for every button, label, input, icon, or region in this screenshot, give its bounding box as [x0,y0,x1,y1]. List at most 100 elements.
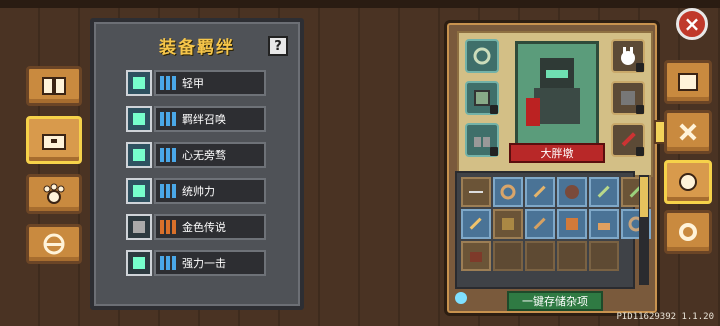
bond-pip [160,148,164,162]
bond-row[interactable]: 羁绊召唤 [126,104,300,134]
bond-pips [156,256,180,270]
bond-label: 羁绊召唤 [182,113,226,126]
panel-title: 装备羁绊 [159,37,235,58]
gauntlet-icon [470,252,482,262]
crossed-swords-icon [679,123,697,141]
lock-icon [636,105,644,114]
boots-icon [598,223,610,230]
bond-bar: 羁绊召唤 [154,106,266,132]
inventory-slot[interactable] [525,177,555,207]
tab-vehicle[interactable] [26,224,82,264]
inventory-slot-empty[interactable] [557,241,587,271]
inventory-slot[interactable] [493,177,523,207]
inventory-slot[interactable] [461,177,491,207]
bond-pip [160,256,164,270]
bond-row[interactable]: 强力一击 [126,248,300,278]
equip-slot-boots[interactable] [465,123,499,157]
bond-label: 强力一击 [182,257,226,270]
tab-skills[interactable] [664,160,712,204]
ring-icon [473,47,491,65]
bond-pip [172,256,176,270]
chest-icon [42,134,66,150]
inventory-slot[interactable] [557,177,587,207]
dagger-icon [469,217,482,230]
bond-bar: 金色传说 [154,214,266,240]
bond-pip [172,76,176,90]
bond-pips [156,220,180,234]
dagger-icon [533,185,546,198]
tab-helmet[interactable] [664,60,712,104]
panel-header: 装备羁绊 ? [94,22,300,68]
knight-icon [526,58,580,126]
bond-row[interactable]: 统帅力 [126,176,300,206]
crossbow-icon [469,191,483,193]
tab-equipment-bonds[interactable] [26,116,82,164]
tab-pets[interactable] [26,174,82,214]
helmet-icon [502,218,514,230]
bond-pip [172,148,176,162]
bond-row[interactable]: 轻甲 [126,68,300,98]
book-icon [42,77,66,95]
bond-pip [160,220,164,234]
store-all-button[interactable]: 一键存储杂项 [507,291,603,311]
inventory-slot[interactable] [557,209,587,239]
equip-slot-helmet[interactable] [611,81,645,115]
equipment-area: 大胖墩 [457,31,653,177]
scroll-thumb[interactable] [640,177,648,217]
bond-pip [160,76,164,90]
character-panel: 大胖墩 一键存储杂项 [444,20,660,316]
inventory-slot[interactable] [461,241,491,271]
inventory-slot[interactable] [525,209,555,239]
inventory-scrollbar[interactable] [639,175,649,285]
inventory-slot-empty[interactable] [525,241,555,271]
inventory-slot[interactable] [589,209,619,239]
summon-sword-icon [126,106,152,132]
inventory-area [455,171,651,289]
bond-pip [172,184,176,198]
creature-icon [565,185,579,199]
bond-pip [172,220,176,234]
lock-icon [490,147,498,156]
right-tab-column [664,60,714,260]
chest-armor-icon [566,218,578,230]
bond-pips [156,76,180,90]
inventory-slot[interactable] [493,209,523,239]
bond-bar: 心无旁骛 [154,142,266,168]
dagger-icon [533,217,546,230]
help-button[interactable]: ? [268,36,288,56]
equip-slot-armor[interactable] [465,81,499,115]
left-tab-column [26,66,84,274]
close-button[interactable]: × [676,8,708,40]
equip-slot-ring[interactable] [465,39,499,73]
inventory-slot-empty[interactable] [589,241,619,271]
bond-pips [156,184,180,198]
inventory-slot-empty[interactable] [493,241,523,271]
bond-pip [166,220,170,234]
lock-icon [636,63,644,72]
bond-pips [156,148,180,162]
lock-icon [490,105,498,114]
paw-icon [43,183,65,204]
bond-pip [160,184,164,198]
bond-pip [166,148,170,162]
version-label: PID11629392 1.1.20 [616,312,714,322]
inventory-slot[interactable] [589,177,619,207]
tab-weapons[interactable] [664,110,712,154]
inventory-slot[interactable] [461,209,491,239]
bond-label: 轻甲 [182,77,204,90]
tab-settings[interactable] [664,210,712,254]
helmet-icon [678,73,698,91]
bow-icon [597,185,610,198]
bond-label: 心无旁骛 [182,149,226,162]
equip-slot-weapon[interactable] [611,123,645,157]
ring-icon [500,184,516,200]
tab-codex[interactable] [26,66,82,106]
bond-row[interactable]: 金色传说 [126,212,300,242]
equip-slot-pet[interactable] [611,39,645,73]
hero-name: 大胖墩 [509,143,605,163]
bond-pip [160,112,164,126]
bond-row[interactable]: 心无旁骛 [126,140,300,170]
bond-label: 统帅力 [182,185,215,198]
star-burst-icon [679,173,697,191]
lock-icon [636,147,644,156]
